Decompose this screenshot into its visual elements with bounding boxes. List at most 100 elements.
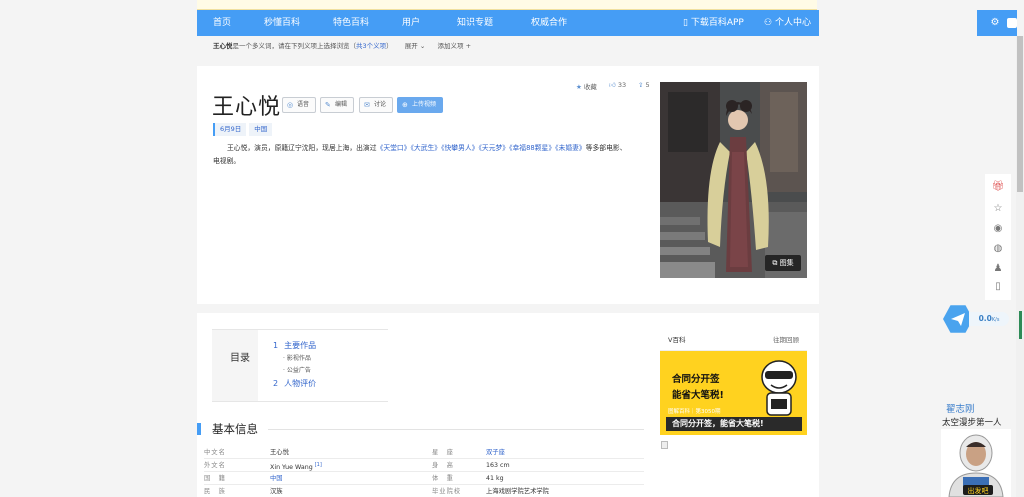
toc-subitem-label: 公益广告	[286, 367, 311, 374]
gallery-button[interactable]: ⧉ 图集	[765, 255, 801, 271]
info-label: 体 重	[432, 475, 454, 482]
ad-headline-2: 能省大笔税!	[672, 390, 724, 401]
like-button[interactable]: 👍︎ 33	[609, 81, 626, 89]
info-label: 星 座	[432, 449, 454, 456]
page-scrollbar[interactable]	[1016, 36, 1024, 497]
vbaike-more-link[interactable]: 往期回顾	[773, 330, 799, 351]
portrait-photo[interactable]	[660, 82, 807, 278]
upload-video-button[interactable]: ⊕ 上传视频	[397, 97, 444, 113]
section-title-basic-info: 基本信息	[212, 422, 258, 436]
nav-extension: ⚙	[977, 10, 1017, 36]
promo-astronaut-image[interactable]: 出发吧	[941, 429, 1011, 497]
toc-item-reviews[interactable]: 2 人物评价	[273, 378, 316, 389]
work-link[interactable]: 《天堂口》	[377, 144, 411, 152]
user-center-link[interactable]: ⚇ 个人中心	[764, 10, 811, 36]
info-label: 中文名	[204, 449, 226, 456]
speed-readout: 0.0K/s	[969, 312, 1009, 326]
astronaut-illustration: 出发吧	[941, 429, 1011, 497]
toc-subitem-films[interactable]: · 影视作品	[283, 353, 311, 362]
info-value-link[interactable]: 中国	[270, 472, 283, 485]
info-value: 163 cm	[486, 462, 510, 469]
work-link[interactable]: 《未婚妻》	[555, 144, 586, 152]
star-icon[interactable]: ☆	[991, 202, 1005, 216]
plus-icon: +	[465, 42, 472, 50]
info-value: 上海戏剧学院艺术学院	[486, 488, 549, 495]
gallery-label: 图集	[779, 259, 794, 267]
edit-button[interactable]: ✎ 编辑	[320, 97, 355, 113]
collect-label: 收藏	[583, 83, 597, 91]
nav-item-featured[interactable]: 特色百科	[333, 10, 369, 36]
promo-name[interactable]: 翟志刚	[946, 401, 975, 415]
toc-item-label: 人物评价	[284, 379, 317, 388]
vbaike-title: V百科	[668, 336, 686, 344]
speed-unit: K/s	[991, 317, 1000, 323]
pencil-icon: ✎	[325, 101, 331, 109]
polysemy-bar: 王心悦是一个多义词，请在下列义项上选择浏览（共3个义项） 展开 ⌄ 添加义项 +	[213, 40, 471, 50]
floating-toolbar: 🎁︎ ☆ ◉ ◍ ♟ ▯	[985, 174, 1011, 300]
info-value-link[interactable]: 双子座	[486, 446, 505, 459]
toc-item-works[interactable]: 1 主要作品	[273, 340, 316, 351]
weibo-icon[interactable]: ◉	[991, 222, 1005, 236]
network-speed-widget[interactable]: 0.0K/s	[943, 304, 1009, 334]
gallery-icon: ⧉	[772, 259, 778, 267]
info-row: 民 族 汉族 毕业院校 上海戏剧学院艺术学院	[204, 485, 644, 497]
info-value: 王心悦	[270, 449, 289, 456]
expand-label: 展开	[404, 42, 418, 50]
expand-button[interactable]: 展开 ⌄	[405, 42, 426, 50]
summary-text-1: 王心悦，演员，原籍辽宁沈阳，现居上海，出演过	[227, 144, 377, 152]
bicycle-icon[interactable]: ⚙	[989, 17, 1001, 29]
thumbs-up-icon: 👍︎	[609, 81, 616, 89]
user-center-label: 个人中心	[774, 18, 811, 28]
user-icon: ⚇	[764, 18, 773, 28]
vbaike-header: V百科 往期回顾	[660, 330, 807, 351]
add-meaning-button[interactable]: 添加义项 +	[437, 42, 471, 50]
citation-link[interactable]: [1]	[315, 462, 322, 468]
share-button[interactable]: ⇪ 5	[638, 81, 650, 89]
add-meaning-label: 添加义项	[437, 42, 464, 50]
wechat-icon[interactable]: ◍	[991, 242, 1005, 256]
info-label: 民 族	[204, 488, 226, 495]
nav-badge[interactable]	[1007, 18, 1017, 28]
section-accent-bar	[197, 423, 201, 435]
toc-item-number: 2	[273, 379, 279, 388]
cartoon-mascot-icon	[761, 360, 797, 416]
work-link[interactable]: 《大武生》	[411, 144, 442, 152]
toc-subitem-ads[interactable]: · 公益广告	[283, 365, 311, 374]
nav-item-topics[interactable]: 知识专题	[457, 10, 493, 36]
ad-strip-text: 合同分开签，能省大笔税!	[666, 417, 802, 431]
polysemy-count-link[interactable]: 共3个义项	[356, 42, 386, 50]
work-link[interactable]: 《幸福88颗星》	[509, 144, 555, 152]
work-link[interactable]: 《快攀男人》	[441, 144, 478, 152]
info-value-text: Xin Yue Wang	[270, 464, 313, 472]
nav-item-home[interactable]: 首页	[213, 10, 231, 36]
toc-item-label: 主要作品	[284, 341, 317, 350]
share-count: 5	[645, 81, 650, 89]
headphones-icon: ◎	[287, 101, 294, 109]
nav-item-miaodong[interactable]: 秒懂百科	[264, 10, 300, 36]
notice-strip	[197, 0, 817, 10]
mobile-icon[interactable]: ▯	[991, 280, 1005, 294]
scroll-marker	[1019, 311, 1022, 339]
upload-video-label: 上传视频	[412, 101, 437, 108]
nav-item-users[interactable]: 用户	[402, 10, 420, 36]
work-link[interactable]: 《天元梦》	[479, 144, 510, 152]
info-value: 汉族	[270, 488, 283, 495]
info-row: 国 籍 中国 体 重 41 kg	[204, 472, 644, 485]
info-label: 国 籍	[204, 475, 226, 482]
polysemy-name: 王心悦	[213, 42, 233, 50]
gift-icon[interactable]: 🎁︎	[991, 180, 1005, 194]
tag-country[interactable]: 中国	[249, 123, 273, 136]
scrollbar-thumb[interactable]	[1017, 36, 1023, 192]
vbaike-ad-banner[interactable]: 合同分开签 能省大笔税! 图解百科｜第3050期 合同分开签，能省大笔税!	[660, 351, 807, 435]
voice-button[interactable]: ◎ 语音	[282, 97, 317, 113]
info-label: 身 高	[432, 462, 454, 469]
voice-label: 语音	[297, 101, 310, 108]
collect-button[interactable]: ★ 收藏	[576, 81, 597, 91]
discuss-button[interactable]: ✉ 讨论	[359, 97, 394, 113]
info-row: 外文名 Xin Yue Wang [1] 身 高 163 cm	[204, 459, 644, 472]
download-app-link[interactable]: ▯ 下载百科APP	[683, 10, 744, 36]
tag-date[interactable]: 6月9日	[215, 123, 247, 136]
qq-icon[interactable]: ♟	[991, 262, 1005, 276]
nav-item-authority[interactable]: 权威合作	[531, 10, 567, 36]
comment-icon: ✉	[364, 101, 370, 109]
